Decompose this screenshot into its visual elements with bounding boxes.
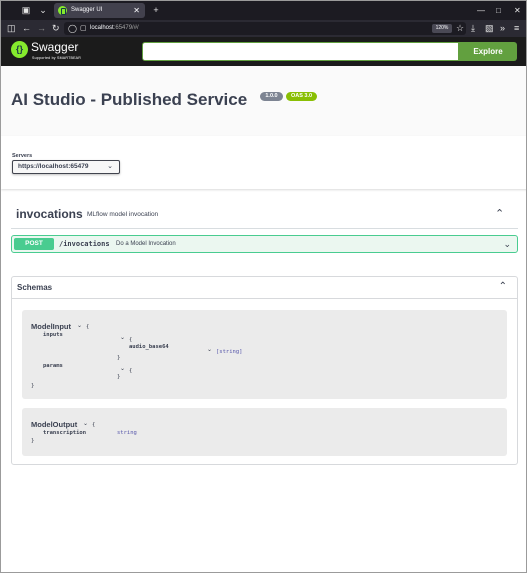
tag-invocations[interactable]: invocations [16, 207, 83, 221]
swagger-topbar: {} Swagger Supported by SMARTBEAR Explor… [1, 37, 526, 66]
inputs-brace-open: { [129, 337, 133, 343]
tab-close-icon[interactable]: ✕ [133, 3, 140, 18]
swagger-logo-icon[interactable]: {} [11, 41, 28, 58]
chevron-down-icon[interactable]: ⌄ [207, 346, 212, 353]
new-tab-icon[interactable]: + [151, 1, 161, 20]
method-badge: POST [14, 238, 54, 250]
chevron-up-icon[interactable]: ⌃ [495, 207, 504, 220]
chevron-down-icon: ⌄ [107, 163, 113, 170]
prop-transcription-type: string [117, 430, 137, 436]
url-bar[interactable]: ◯ ▢ localhost:65479/#/ 120% ☆ [64, 22, 466, 35]
browser-window: ▣ ⌄ Swagger UI ✕ + — □ ✕ ◫ ← → ↻ ◯ ▢ loc… [0, 0, 527, 573]
chevron-down-icon[interactable]: ⌄ [77, 322, 82, 329]
operation-summary: Do a Model Invocation [116, 241, 176, 247]
prop-params: params [43, 363, 63, 369]
forward-icon[interactable]: → [37, 20, 46, 37]
prop-transcription: transcription [43, 430, 87, 436]
oas-badge: OAS 3.0 [286, 92, 317, 101]
servers-select[interactable]: https://localhost:65479 ⌄ [12, 160, 120, 174]
model-input-schema: ModelInput ⌄ { inputs ⌄ { audio_base64 ⌄… [22, 310, 507, 399]
chevron-down-icon[interactable]: ⌄ [83, 420, 88, 427]
schemas-header[interactable]: Schemas ⌃ [12, 277, 517, 299]
lock-icon[interactable]: ▢ [80, 22, 87, 35]
explore-button[interactable]: Explore [459, 42, 517, 61]
swagger-logo-text[interactable]: Swagger [31, 40, 78, 54]
info-section: AI Studio - Published Service 1.0.0 OAS … [1, 66, 526, 136]
schemas-section: Schemas ⌃ ModelInput ⌄ { inputs ⌄ { audi… [11, 276, 518, 465]
chevron-down-icon[interactable]: ⌄ [120, 334, 125, 341]
tab-swagger-ui[interactable]: Swagger UI ✕ [54, 3, 145, 18]
sidebar-icon[interactable]: ◫ [7, 20, 16, 37]
brace-open: { [92, 422, 96, 428]
brace-open: { [86, 324, 90, 330]
prop-audio-base64: audio_base64 [129, 344, 169, 350]
downloads-icon[interactable]: ⤓ [471, 20, 475, 37]
operation-path: /invocations [59, 240, 110, 248]
operation-post-invocations[interactable]: POST /invocations Do a Model Invocation … [11, 235, 518, 253]
swagger-favicon-icon [58, 6, 67, 15]
model-output-schema: ModelOutput ⌄ { transcription string } [22, 408, 507, 456]
brace-close: } [31, 438, 35, 444]
back-icon[interactable]: ← [22, 20, 31, 37]
chevron-down-icon[interactable]: ⌄ [503, 236, 511, 252]
page-title: AI Studio - Published Service [11, 90, 248, 109]
minimize-icon[interactable]: — [477, 1, 485, 20]
tab-strip: ▣ ⌄ Swagger UI ✕ + — □ ✕ [1, 1, 526, 20]
reload-icon[interactable]: ↻ [52, 20, 60, 37]
brace-close: } [31, 383, 35, 389]
schemas-title: Schemas [17, 283, 53, 292]
tab-list-chevron-icon[interactable]: ⌄ [38, 1, 48, 20]
overflow-chevron-icon[interactable]: » [500, 20, 505, 37]
shield-icon[interactable]: ◯ [68, 22, 77, 35]
prop-audio-type: [string] [216, 349, 243, 355]
menu-icon[interactable]: ≡ [514, 20, 519, 37]
chevron-up-icon[interactable]: ⌃ [499, 281, 507, 292]
nav-bar: ◫ ← → ↻ ◯ ▢ localhost:65479/#/ 120% ☆ ⤓ … [1, 20, 526, 37]
tab-title: Swagger UI [71, 7, 103, 13]
inputs-brace-close: } [117, 355, 121, 361]
tab-overview-icon[interactable]: ▣ [21, 1, 31, 20]
url-text: localhost:65479/#/ [90, 25, 139, 31]
params-brace-open: { [129, 368, 133, 374]
version-badge: 1.0.0 [260, 92, 283, 101]
bookmark-star-icon[interactable]: ☆ [456, 22, 464, 35]
spec-url-input[interactable] [142, 42, 459, 61]
params-brace-close: } [117, 374, 121, 380]
servers-selected-value: https://localhost:65479 [18, 163, 89, 170]
tag-description: MLflow model invocation [87, 211, 159, 218]
window-close-icon[interactable]: ✕ [514, 1, 521, 20]
zoom-level[interactable]: 120% [432, 24, 452, 33]
prop-inputs: inputs [43, 332, 63, 338]
model-output-title[interactable]: ModelOutput [31, 420, 77, 429]
chevron-down-icon[interactable]: ⌄ [120, 365, 125, 372]
extensions-icon[interactable]: ▧ [485, 20, 494, 37]
model-input-title[interactable]: ModelInput [31, 322, 71, 331]
maximize-icon[interactable]: □ [496, 1, 501, 20]
servers-section: Servers https://localhost:65479 ⌄ [1, 136, 526, 189]
swagger-logo-subtitle: Supported by SMARTBEAR [32, 56, 82, 60]
servers-label: Servers [12, 153, 33, 159]
divider [11, 228, 518, 229]
